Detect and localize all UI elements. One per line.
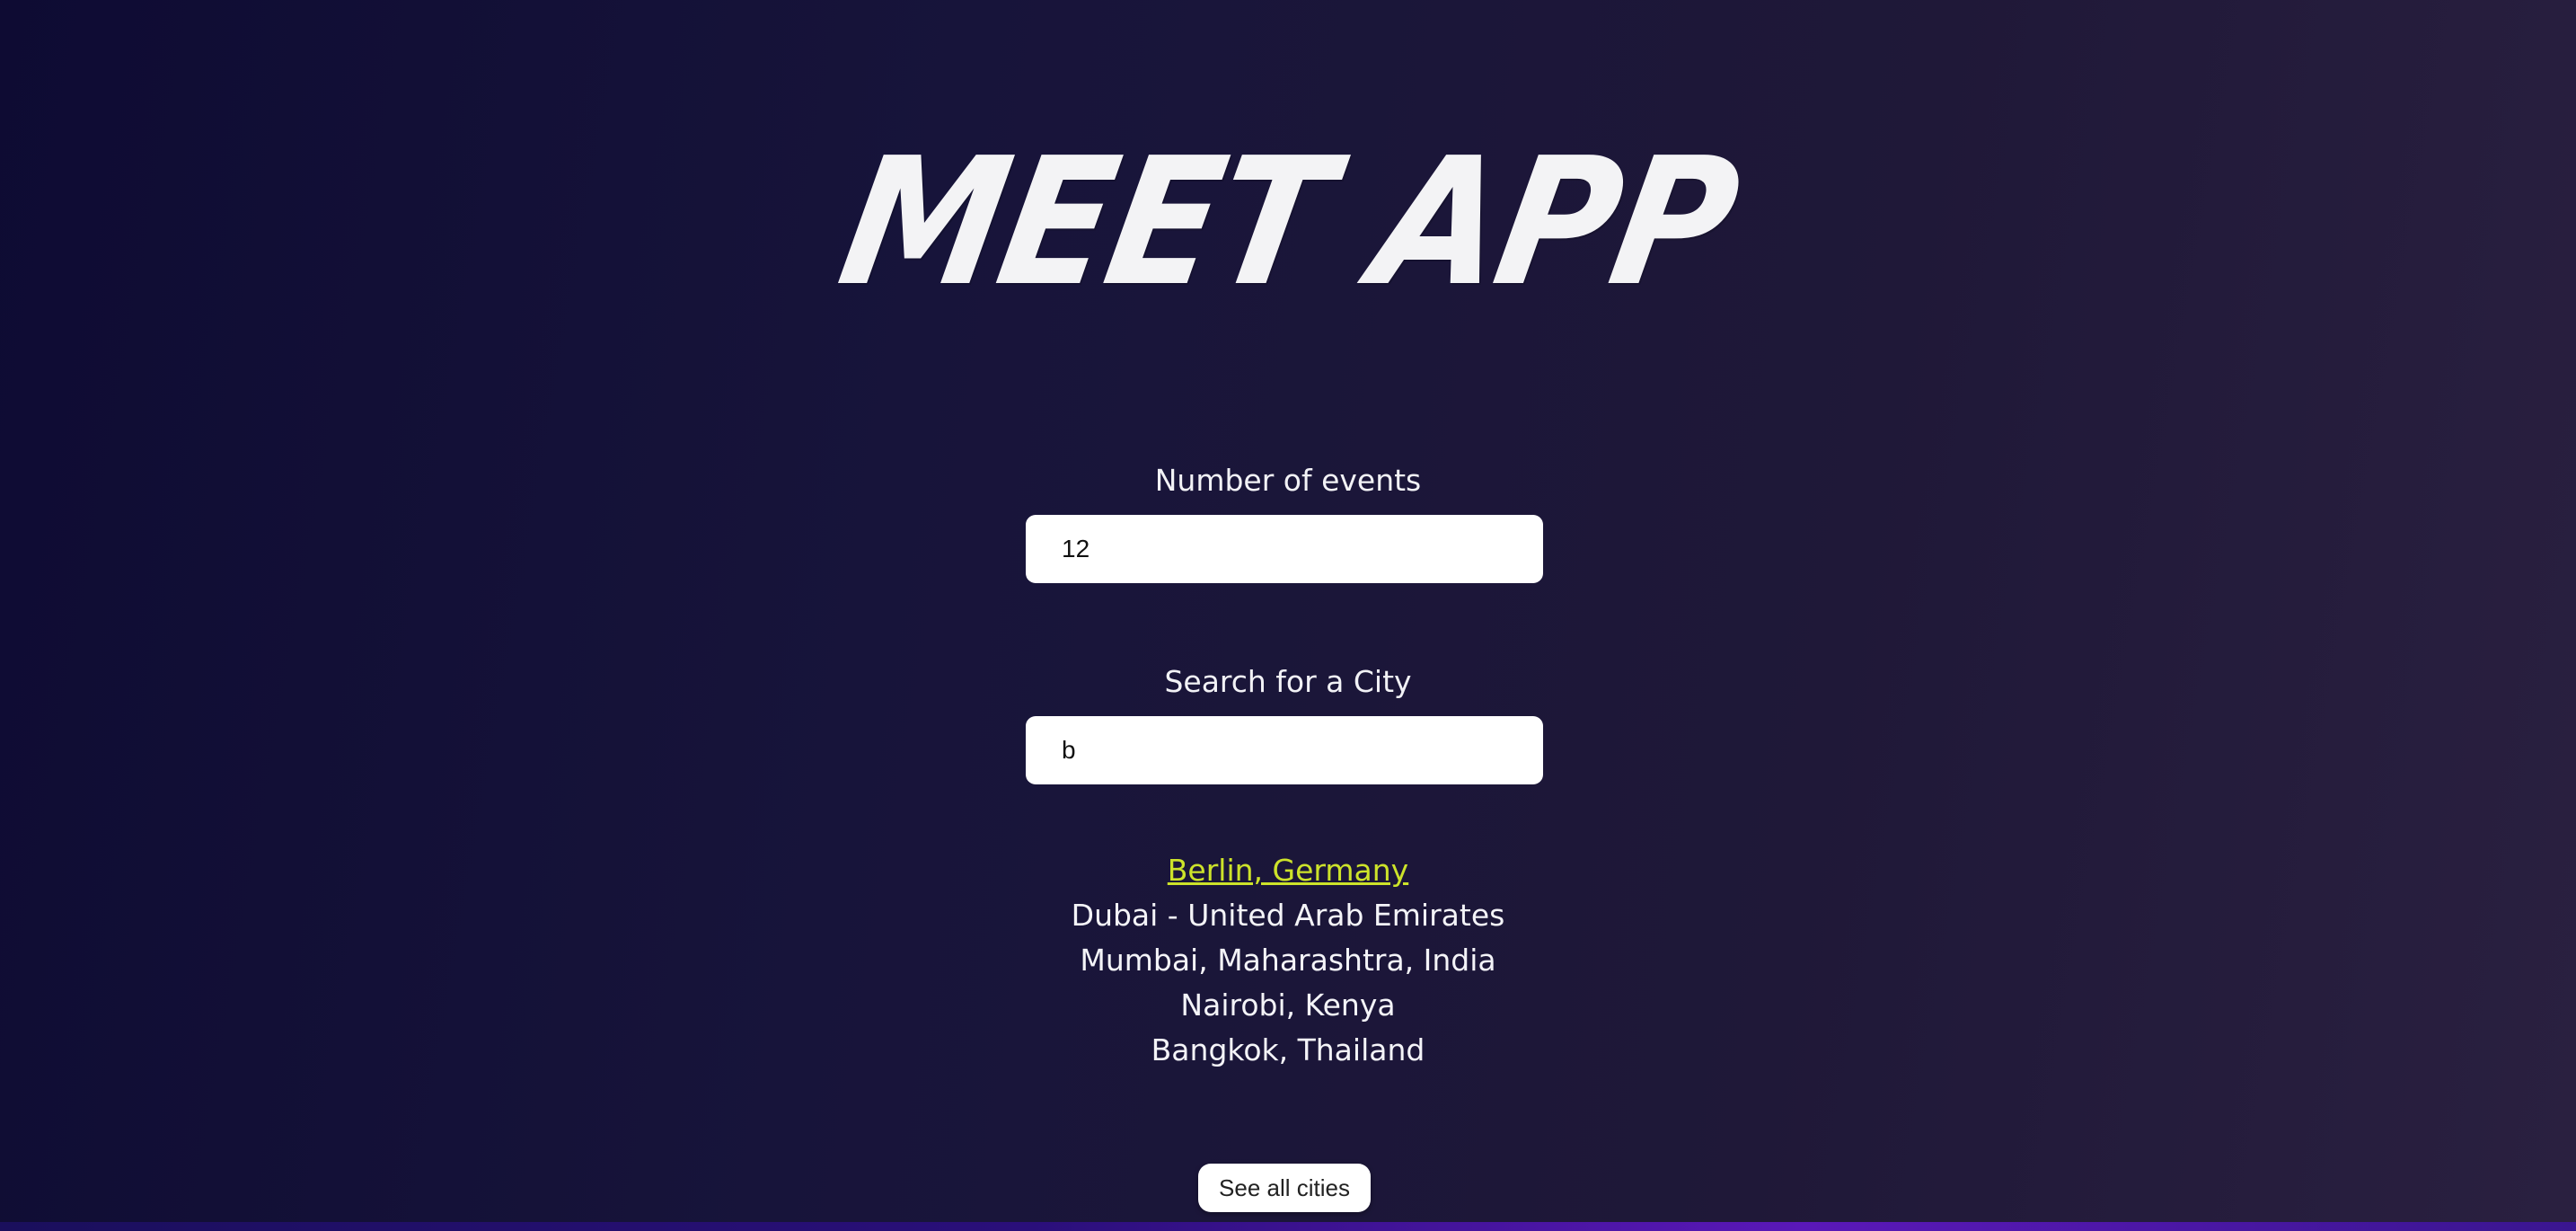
city-search-label: Search for a City <box>1164 664 1412 699</box>
suggestion-berlin[interactable]: Berlin, Germany <box>0 848 2576 893</box>
app-title: MEET APP <box>826 120 1750 325</box>
meet-app: MEET APP Number of events Search for a C… <box>0 0 2576 1231</box>
suggestion-bangkok[interactable]: Bangkok, Thailand <box>0 1028 2576 1073</box>
city-suggestions-list: Berlin, Germany Dubai - United Arab Emir… <box>0 848 2576 1073</box>
see-all-cities-button[interactable]: See all cities <box>1198 1164 1371 1212</box>
suggestion-nairobi[interactable]: Nairobi, Kenya <box>0 983 2576 1028</box>
number-of-events-input[interactable] <box>1026 515 1543 583</box>
suggestion-dubai[interactable]: Dubai - United Arab Emirates <box>0 893 2576 938</box>
city-search-input[interactable] <box>1026 716 1543 784</box>
suggestion-mumbai[interactable]: Mumbai, Maharashtra, India <box>0 938 2576 983</box>
bottom-gradient-strip <box>0 1222 2576 1231</box>
number-of-events-label: Number of events <box>1154 463 1422 498</box>
